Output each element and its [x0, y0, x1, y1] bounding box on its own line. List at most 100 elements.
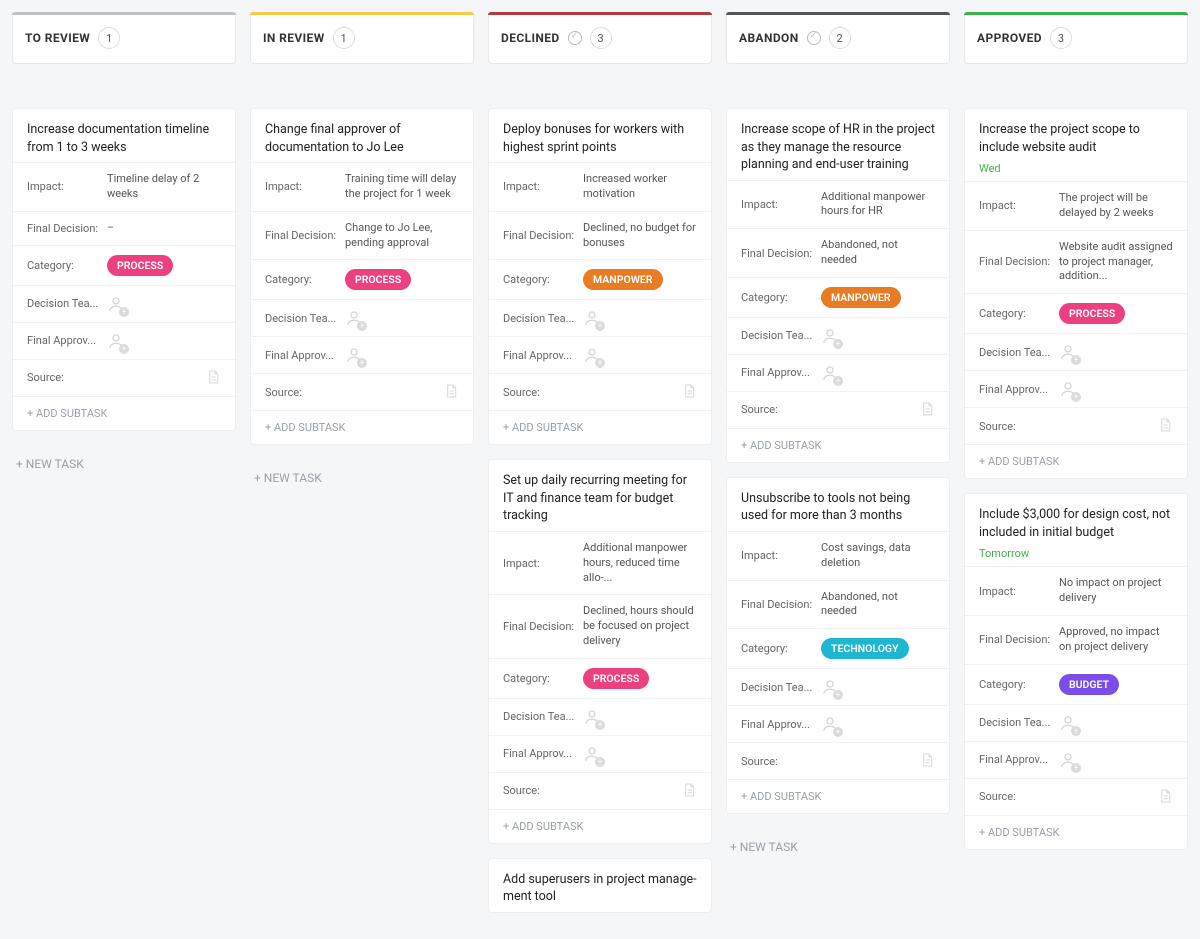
document-icon[interactable] — [919, 401, 935, 419]
category-field[interactable]: Category:PROCESS — [251, 259, 473, 299]
final-approver-field[interactable]: Final Approv... — [727, 354, 949, 391]
category-field[interactable]: Category:PROCESS — [13, 245, 235, 285]
final-decision-field[interactable]: Final Decision:Abandoned, not needed — [727, 228, 949, 277]
new-task-button[interactable]: + NEW TASK — [726, 828, 950, 866]
category-field[interactable]: Category:MANPOWER — [727, 277, 949, 317]
category-tag[interactable]: PROCESS — [583, 668, 649, 689]
document-icon[interactable] — [919, 752, 935, 770]
task-title[interactable]: Increase scope of HR in the project as t… — [727, 109, 949, 180]
final-approver-field[interactable]: Final Approv... — [727, 705, 949, 742]
task-title[interactable]: Set up daily recurring meeting for IT an… — [489, 460, 711, 531]
category-tag[interactable]: TECHNOLOGY — [821, 638, 909, 659]
impact-field[interactable]: Impact:Additional manpower hours for HR — [727, 180, 949, 229]
column-header[interactable]: IN REVIEW1 — [250, 12, 474, 64]
add-person-icon[interactable] — [345, 309, 363, 327]
add-person-icon[interactable] — [583, 346, 601, 364]
source-field[interactable]: Source: — [727, 391, 949, 428]
decision-team-field[interactable]: Decision Tea... — [13, 285, 235, 322]
task-card[interactable]: Include $3,000 for design cost, not in­c… — [964, 493, 1188, 849]
task-card[interactable]: Increase documentation timeline from 1 t… — [12, 108, 236, 431]
final-approver-field[interactable]: Final Approv... — [13, 322, 235, 359]
column-header[interactable]: ABANDON2 — [726, 12, 950, 64]
final-decision-field[interactable]: Final Decision:Approved, no impact on pr… — [965, 615, 1187, 664]
task-card[interactable]: Set up daily recurring meeting for IT an… — [488, 459, 712, 844]
new-task-button[interactable]: + NEW TASK — [250, 459, 474, 497]
final-decision-field[interactable]: Final Decision:Declined, hours should be… — [489, 594, 711, 658]
category-tag[interactable]: BUDGET — [1059, 674, 1119, 695]
final-decision-field[interactable]: Final Decision:Website audit assigned to… — [965, 230, 1187, 294]
category-field[interactable]: Category:PROCESS — [965, 293, 1187, 333]
category-tag[interactable]: MANPOWER — [821, 287, 901, 308]
category-tag[interactable]: PROCESS — [1059, 303, 1125, 324]
impact-field[interactable]: Impact:No impact on project delivery — [965, 566, 1187, 615]
impact-field[interactable]: Impact:The project will be delayed by 2 … — [965, 181, 1187, 230]
task-card[interactable]: Add superusers in project manage­ment to… — [488, 858, 712, 913]
impact-field[interactable]: Impact:Cost savings, data deletion — [727, 531, 949, 580]
source-field[interactable]: Source: — [965, 778, 1187, 815]
impact-field[interactable]: Impact:Training time will delay the proj… — [251, 162, 473, 211]
category-field[interactable]: Category:TECHNOLOGY — [727, 628, 949, 668]
task-title[interactable]: Unsubscribe to tools not being used for … — [727, 478, 949, 531]
category-tag[interactable]: MANPOWER — [583, 269, 663, 290]
add-subtask-button[interactable]: + ADD SUBTASK — [251, 410, 473, 444]
add-person-icon[interactable] — [345, 346, 363, 364]
add-person-icon[interactable] — [821, 678, 839, 696]
impact-field[interactable]: Impact:Additional manpower hours, reduce… — [489, 531, 711, 595]
new-task-button[interactable]: + NEW TASK — [12, 445, 236, 483]
document-icon[interactable] — [205, 369, 221, 387]
add-person-icon[interactable] — [583, 708, 601, 726]
task-title[interactable]: Change final approver of documenta­tion … — [251, 109, 473, 162]
document-icon[interactable] — [1157, 417, 1173, 435]
add-person-icon[interactable] — [107, 295, 125, 313]
impact-field[interactable]: Impact:Increased worker motivation — [489, 162, 711, 211]
add-person-icon[interactable] — [1059, 343, 1077, 361]
document-icon[interactable] — [681, 383, 697, 401]
add-person-icon[interactable] — [821, 715, 839, 733]
source-field[interactable]: Source: — [251, 373, 473, 410]
final-approver-field[interactable]: Final Approv... — [251, 336, 473, 373]
decision-team-field[interactable]: Decision Tea... — [965, 704, 1187, 741]
source-field[interactable]: Source: — [965, 407, 1187, 444]
source-field[interactable]: Source: — [13, 359, 235, 396]
add-subtask-button[interactable]: + ADD SUBTASK — [489, 410, 711, 444]
add-person-icon[interactable] — [1059, 380, 1077, 398]
document-icon[interactable] — [681, 782, 697, 800]
task-card[interactable]: Change final approver of documenta­tion … — [250, 108, 474, 445]
source-field[interactable]: Source: — [489, 373, 711, 410]
document-icon[interactable] — [443, 383, 459, 401]
source-field[interactable]: Source: — [489, 772, 711, 809]
add-person-icon[interactable] — [1059, 751, 1077, 769]
task-title[interactable]: Add superusers in project manage­ment to… — [489, 859, 711, 912]
final-decision-field[interactable]: Final Decision:Declined, no budget for b… — [489, 211, 711, 260]
task-card[interactable]: Increase the project scope to include we… — [964, 108, 1188, 479]
source-field[interactable]: Source: — [727, 742, 949, 779]
decision-team-field[interactable]: Decision Tea... — [727, 668, 949, 705]
add-person-icon[interactable] — [107, 332, 125, 350]
task-card[interactable]: Increase scope of HR in the project as t… — [726, 108, 950, 463]
add-person-icon[interactable] — [1059, 714, 1077, 732]
add-person-icon[interactable] — [821, 364, 839, 382]
final-approver-field[interactable]: Final Approv... — [489, 336, 711, 373]
column-header[interactable]: APPROVED3 — [964, 12, 1188, 64]
decision-team-field[interactable]: Decision Tea... — [489, 299, 711, 336]
add-person-icon[interactable] — [821, 327, 839, 345]
decision-team-field[interactable]: Decision Tea... — [489, 698, 711, 735]
category-field[interactable]: Category:MANPOWER — [489, 259, 711, 299]
task-title[interactable]: Increase the project scope to include we… — [965, 109, 1187, 162]
final-approver-field[interactable]: Final Approv... — [965, 741, 1187, 778]
task-title[interactable]: Deploy bonuses for workers with high­est… — [489, 109, 711, 162]
final-approver-field[interactable]: Final Approv... — [965, 370, 1187, 407]
category-field[interactable]: Category:PROCESS — [489, 658, 711, 698]
task-title[interactable]: Include $3,000 for design cost, not in­c… — [965, 494, 1187, 547]
column-header[interactable]: DECLINED3 — [488, 12, 712, 64]
final-decision-field[interactable]: Final Decision:Abandoned, not needed — [727, 580, 949, 629]
add-subtask-button[interactable]: + ADD SUBTASK — [965, 444, 1187, 478]
document-icon[interactable] — [1157, 788, 1173, 806]
add-subtask-button[interactable]: + ADD SUBTASK — [727, 428, 949, 462]
decision-team-field[interactable]: Decision Tea... — [965, 333, 1187, 370]
decision-team-field[interactable]: Decision Tea... — [251, 299, 473, 336]
add-subtask-button[interactable]: + ADD SUBTASK — [727, 779, 949, 813]
column-header[interactable]: TO REVIEW1 — [12, 12, 236, 64]
add-subtask-button[interactable]: + ADD SUBTASK — [965, 815, 1187, 849]
category-field[interactable]: Category:BUDGET — [965, 664, 1187, 704]
